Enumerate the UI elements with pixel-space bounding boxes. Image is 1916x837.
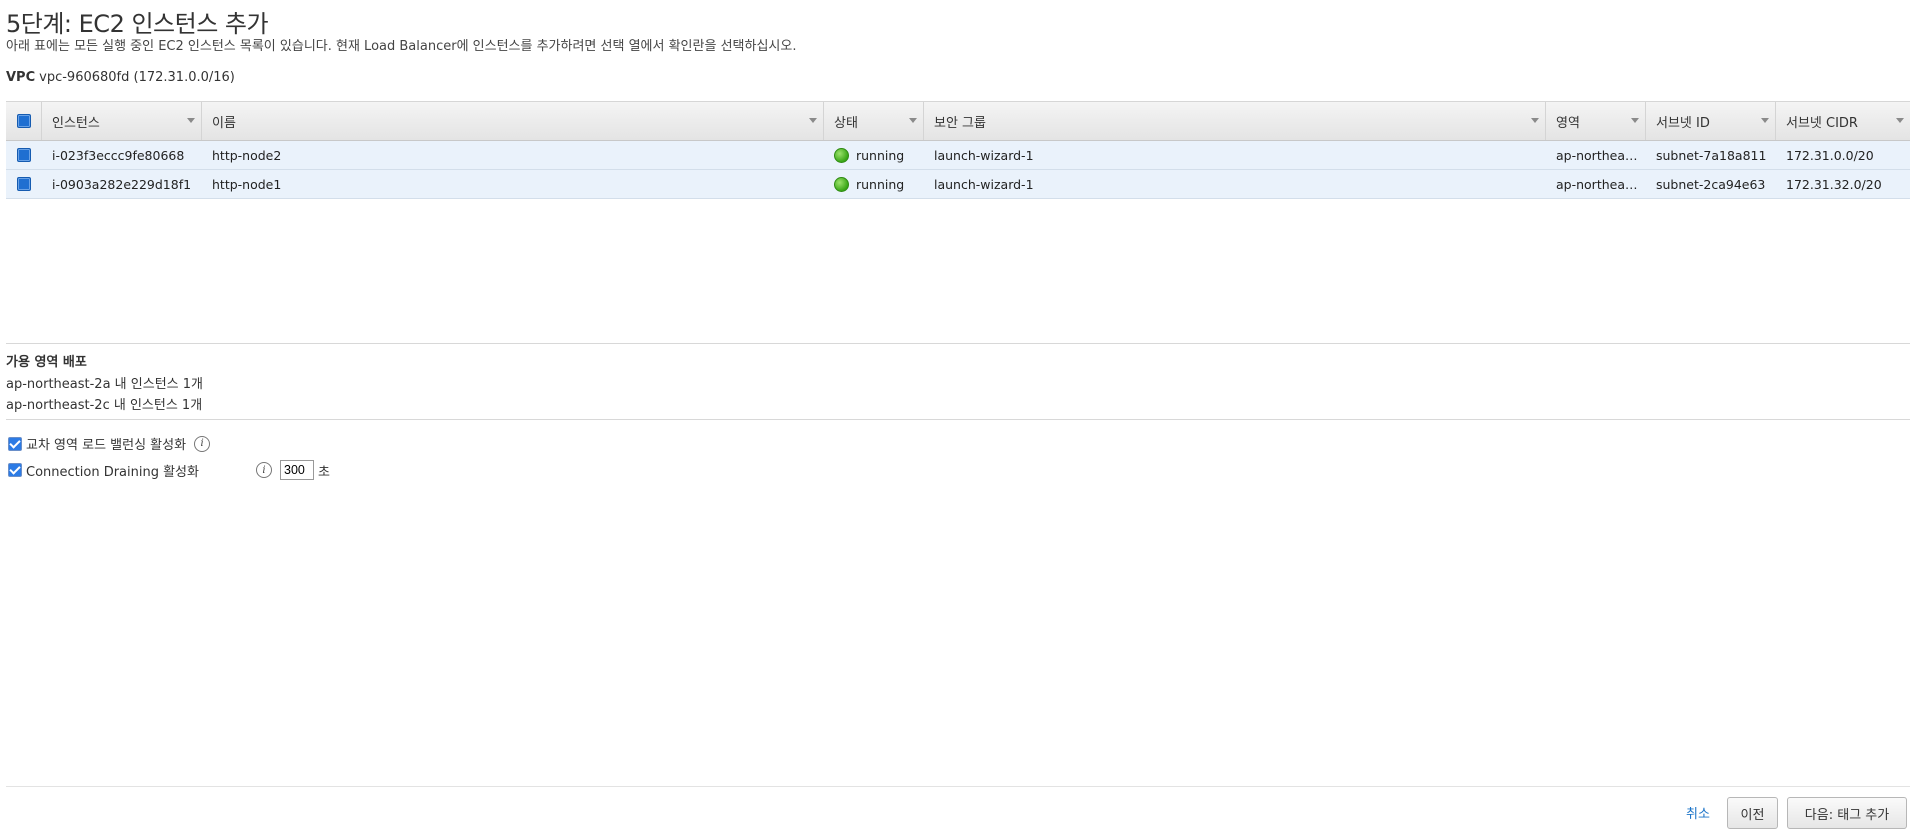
- connection-draining-checkbox[interactable]: [8, 463, 22, 477]
- select-all-cell[interactable]: [6, 102, 42, 140]
- next-add-tags-button[interactable]: 다음: 태그 추가: [1787, 797, 1907, 829]
- draining-unit: 초: [318, 464, 330, 480]
- subnet-id: subnet-2ca94e63: [1656, 176, 1766, 192]
- sort-caret-icon[interactable]: [809, 118, 817, 123]
- table-row[interactable]: i-0903a282e229d18f1 http-node1 running l…: [6, 170, 1910, 199]
- az-line: ap-northeast-2c 내 인스턴스 1개: [6, 398, 203, 413]
- cross-zone-checkbox[interactable]: [8, 436, 22, 451]
- page-title: 5단계: EC2 인스턴스 추가: [6, 10, 269, 38]
- table-header: 인스턴스 이름 상태 보안 그룹 영역 서브넷 ID 서브넷 CIDR: [6, 101, 1910, 141]
- instance-state: running: [824, 176, 924, 192]
- cross-zone-option: 교차 영역 로드 밸런싱 활성화 i: [8, 434, 211, 453]
- vpc-info: VPC vpc-960680fd (172.31.0.0/16): [6, 70, 235, 85]
- instance-state: running: [824, 147, 924, 163]
- instance-name: http-node1: [212, 176, 282, 192]
- table-row[interactable]: i-023f3eccc9fe80668 http-node2 running l…: [6, 141, 1910, 170]
- select-all-checkbox[interactable]: [16, 114, 31, 128]
- sort-caret-icon[interactable]: [1631, 118, 1639, 123]
- row-checkbox[interactable]: [17, 148, 31, 162]
- header-subnet-id[interactable]: 서브넷 ID: [1646, 102, 1776, 140]
- header-zone[interactable]: 영역: [1546, 102, 1646, 140]
- security-group: launch-wizard-1: [934, 176, 1034, 192]
- vpc-label: VPC: [6, 70, 36, 85]
- header-instance[interactable]: 인스턴스: [42, 102, 202, 140]
- sort-caret-icon[interactable]: [909, 118, 917, 123]
- security-group: launch-wizard-1: [934, 147, 1034, 163]
- sort-caret-icon[interactable]: [1896, 118, 1904, 123]
- connection-draining-label[interactable]: Connection Draining 활성화: [26, 461, 256, 480]
- sort-caret-icon[interactable]: [1761, 118, 1769, 123]
- subnet-cidr: 172.31.0.0/20: [1786, 147, 1874, 163]
- row-checkbox[interactable]: [17, 177, 31, 191]
- info-icon[interactable]: i: [256, 462, 272, 478]
- divider: [6, 419, 1910, 420]
- zone: ap-northea…: [1556, 176, 1638, 192]
- instance-name: http-node2: [212, 147, 282, 163]
- running-status-icon: [834, 147, 849, 163]
- draining-timeout-input[interactable]: [280, 460, 314, 480]
- header-state[interactable]: 상태: [824, 102, 924, 140]
- footer-divider: [6, 786, 1910, 787]
- instance-id: i-0903a282e229d18f1: [52, 176, 192, 192]
- page: 5단계: EC2 인스턴스 추가 아래 표에는 모든 실행 중인 EC2 인스턴…: [0, 0, 1916, 837]
- info-icon[interactable]: i: [194, 435, 211, 452]
- cross-zone-label[interactable]: 교차 영역 로드 밸런싱 활성화: [26, 434, 186, 453]
- sort-caret-icon[interactable]: [1531, 118, 1539, 123]
- divider: [6, 343, 1910, 344]
- subnet-id: subnet-7a18a811: [1656, 147, 1767, 163]
- sort-caret-icon[interactable]: [187, 118, 195, 123]
- cancel-link[interactable]: 취소: [1686, 803, 1710, 822]
- instances-table: 인스턴스 이름 상태 보안 그룹 영역 서브넷 ID 서브넷 CIDR i-02…: [6, 101, 1910, 199]
- az-distribution-title: 가용 영역 배포: [6, 355, 87, 370]
- vpc-value: vpc-960680fd (172.31.0.0/16): [39, 70, 235, 85]
- page-description: 아래 표에는 모든 실행 중인 EC2 인스턴스 목록이 있습니다. 현재 Lo…: [6, 39, 797, 54]
- header-name[interactable]: 이름: [202, 102, 824, 140]
- instance-id: i-023f3eccc9fe80668: [52, 147, 185, 163]
- connection-draining-option: Connection Draining 활성화 i 초: [8, 460, 330, 480]
- zone: ap-northea…: [1556, 147, 1638, 163]
- running-status-icon: [834, 176, 849, 192]
- subnet-cidr: 172.31.32.0/20: [1786, 176, 1882, 192]
- header-subnet-cidr[interactable]: 서브넷 CIDR: [1776, 102, 1910, 140]
- header-security-group[interactable]: 보안 그룹: [924, 102, 1546, 140]
- previous-button[interactable]: 이전: [1727, 797, 1778, 829]
- az-line: ap-northeast-2a 내 인스턴스 1개: [6, 377, 203, 392]
